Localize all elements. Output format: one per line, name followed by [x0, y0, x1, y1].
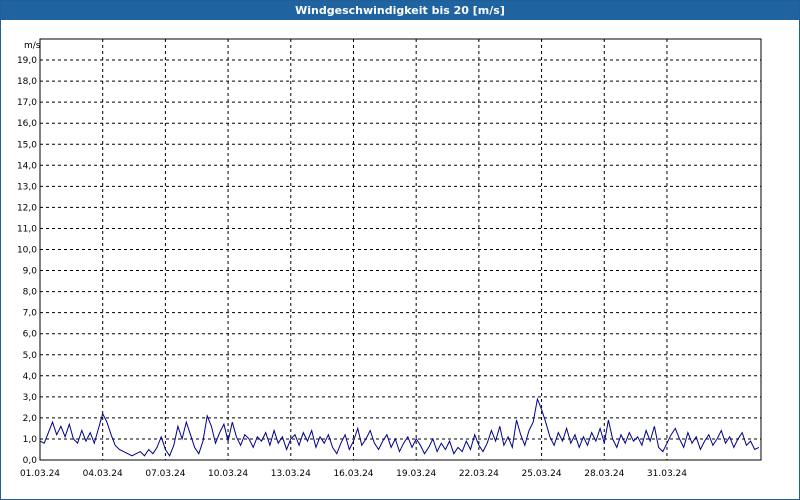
y-axis-unit: m/s: [24, 41, 41, 51]
series-line: [39, 397, 760, 457]
x-tick-label: 04.03.24: [83, 469, 123, 479]
x-tick-label: 22.03.24: [459, 469, 499, 479]
y-tick-label: 14,0: [17, 161, 37, 171]
y-tick-label: 11,0: [17, 224, 37, 234]
x-tick-label: 10.03.24: [208, 469, 248, 479]
y-tick-label: 4,0: [23, 372, 38, 382]
x-tick-label: 13.03.24: [271, 469, 311, 479]
y-tick-label: 15,0: [17, 140, 37, 150]
y-tick-label: 17,0: [17, 98, 37, 108]
y-tick-label: 19,0: [17, 56, 37, 66]
wind-speed-chart: 0,0 1,0 2,0 3,0 4,0 5,0 6,0 7,0 8,0 9,0 10,0 11,0 12…: [17, 38, 762, 479]
y-tick-label: 1,0: [23, 435, 38, 445]
y-tick-label: 9,0: [23, 267, 38, 277]
x-tick-label: 16.03.24: [333, 469, 373, 479]
y-tick-label: 13,0: [17, 182, 37, 192]
x-tick-label: 07.03.24: [145, 469, 185, 479]
y-tick-label: 12,0: [17, 203, 37, 213]
x-axis: 01.03.24 04.03.24 07.03.24 10.03.24 13.03.24…: [20, 469, 687, 479]
x-tick-label: 28.03.24: [584, 469, 624, 479]
y-tick-label: 8,0: [23, 288, 38, 298]
x-tick-label: 25.03.24: [522, 469, 562, 479]
x-tick-label: 19.03.24: [396, 469, 436, 479]
y-tick-label: 2,0: [23, 414, 38, 424]
x-tick-label: 01.03.24: [20, 469, 60, 479]
y-tick-label: 0,0: [23, 456, 38, 466]
y-tick-label: 7,0: [23, 309, 38, 319]
y-tick-label: 5,0: [23, 351, 38, 361]
x-tick-label: 31.03.24: [647, 469, 687, 479]
y-tick-label: 10,0: [17, 246, 37, 256]
y-tick-label: 6,0: [23, 330, 38, 340]
y-axis: 0,0 1,0 2,0 3,0 4,0 5,0 6,0 7,0 8,0 9,0 10,0 11,0 12…: [17, 56, 37, 466]
y-tick-label: 18,0: [17, 77, 37, 87]
grid-lines: [40, 39, 761, 460]
y-tick-label: 16,0: [17, 119, 37, 129]
y-tick-label: 3,0: [23, 393, 38, 403]
